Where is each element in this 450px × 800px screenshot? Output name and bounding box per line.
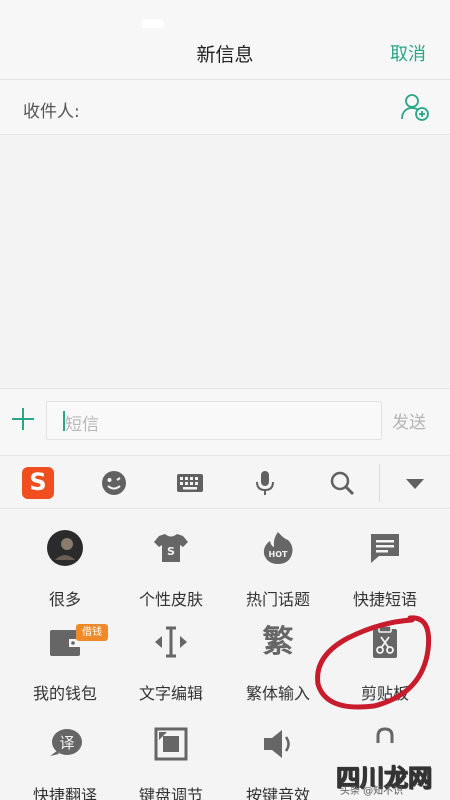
- speaker-icon: [264, 730, 290, 758]
- recipient-field[interactable]: 收件人:: [0, 81, 450, 135]
- tool-label: 文字编辑: [138, 684, 203, 703]
- composer-bar: 短信 发送: [0, 388, 450, 450]
- microphone-icon[interactable]: [250, 468, 280, 498]
- tool-hot-topics[interactable]: HOT 热门话题: [225, 510, 331, 609]
- tool-label: 快捷翻译: [32, 786, 97, 800]
- status-bar: [0, 0, 450, 30]
- avatar: [47, 530, 83, 566]
- tool-skins[interactable]: S 个性皮肤: [118, 510, 224, 609]
- watermark-credit: 头条 @知不识: [340, 786, 404, 797]
- tool-text-edit[interactable]: 文字编辑: [118, 604, 224, 703]
- emoji-icon[interactable]: [99, 468, 129, 498]
- annotation-circle: [315, 615, 432, 710]
- svg-text:HOT: HOT: [269, 550, 288, 559]
- message-area: [0, 136, 450, 387]
- sogou-logo-letter: S: [29, 468, 47, 496]
- hot-flame-icon: HOT: [263, 532, 293, 564]
- toolbar-divider: [379, 464, 380, 502]
- tool-key-sound[interactable]: 按键音效: [225, 706, 331, 800]
- message-input[interactable]: 短信: [46, 401, 382, 440]
- cancel-button[interactable]: 取消: [390, 40, 426, 66]
- translate-icon: 译: [50, 729, 82, 756]
- message-input-placeholder: 短信: [65, 415, 99, 435]
- keyboard-icon[interactable]: [175, 468, 205, 498]
- text-cursor-icon: [155, 626, 187, 658]
- traditional-char-icon: 繁: [262, 624, 294, 660]
- sogou-logo-icon[interactable]: S: [22, 467, 54, 499]
- recipient-label: 收件人:: [23, 102, 80, 122]
- tool-wallet[interactable]: 我的钱包: [12, 604, 118, 703]
- send-button[interactable]: 发送: [392, 408, 426, 433]
- loan-badge: 借钱: [76, 624, 108, 641]
- tool-henduo[interactable]: 很多: [12, 510, 118, 609]
- page-title: 新信息: [196, 44, 254, 66]
- tool-label: 我的钱包: [32, 684, 97, 703]
- add-contact-icon[interactable]: [400, 92, 430, 122]
- shirt-icon: S: [154, 534, 188, 562]
- watermark: 四川龙网 头条 @知不识: [336, 752, 450, 800]
- tool-quick-phrases[interactable]: 快捷短语: [332, 510, 438, 609]
- svg-text:S: S: [167, 545, 175, 558]
- keyboard-toolbar: S: [0, 455, 450, 509]
- tool-quick-translate[interactable]: 译 快捷翻译: [12, 706, 118, 800]
- tool-label: 键盘调节: [138, 786, 203, 800]
- keyboard-resize-icon: [154, 727, 188, 761]
- app-header: 新信息 取消: [0, 28, 450, 80]
- tool-label: 按键音效: [245, 786, 310, 800]
- plus-icon[interactable]: [10, 406, 36, 432]
- svg-text:译: 译: [59, 734, 74, 752]
- tool-keyboard-adjust[interactable]: 键盘调节: [118, 706, 224, 800]
- collapse-keyboard-icon[interactable]: [400, 468, 430, 498]
- search-icon[interactable]: [327, 468, 357, 498]
- message-icon: [371, 534, 399, 563]
